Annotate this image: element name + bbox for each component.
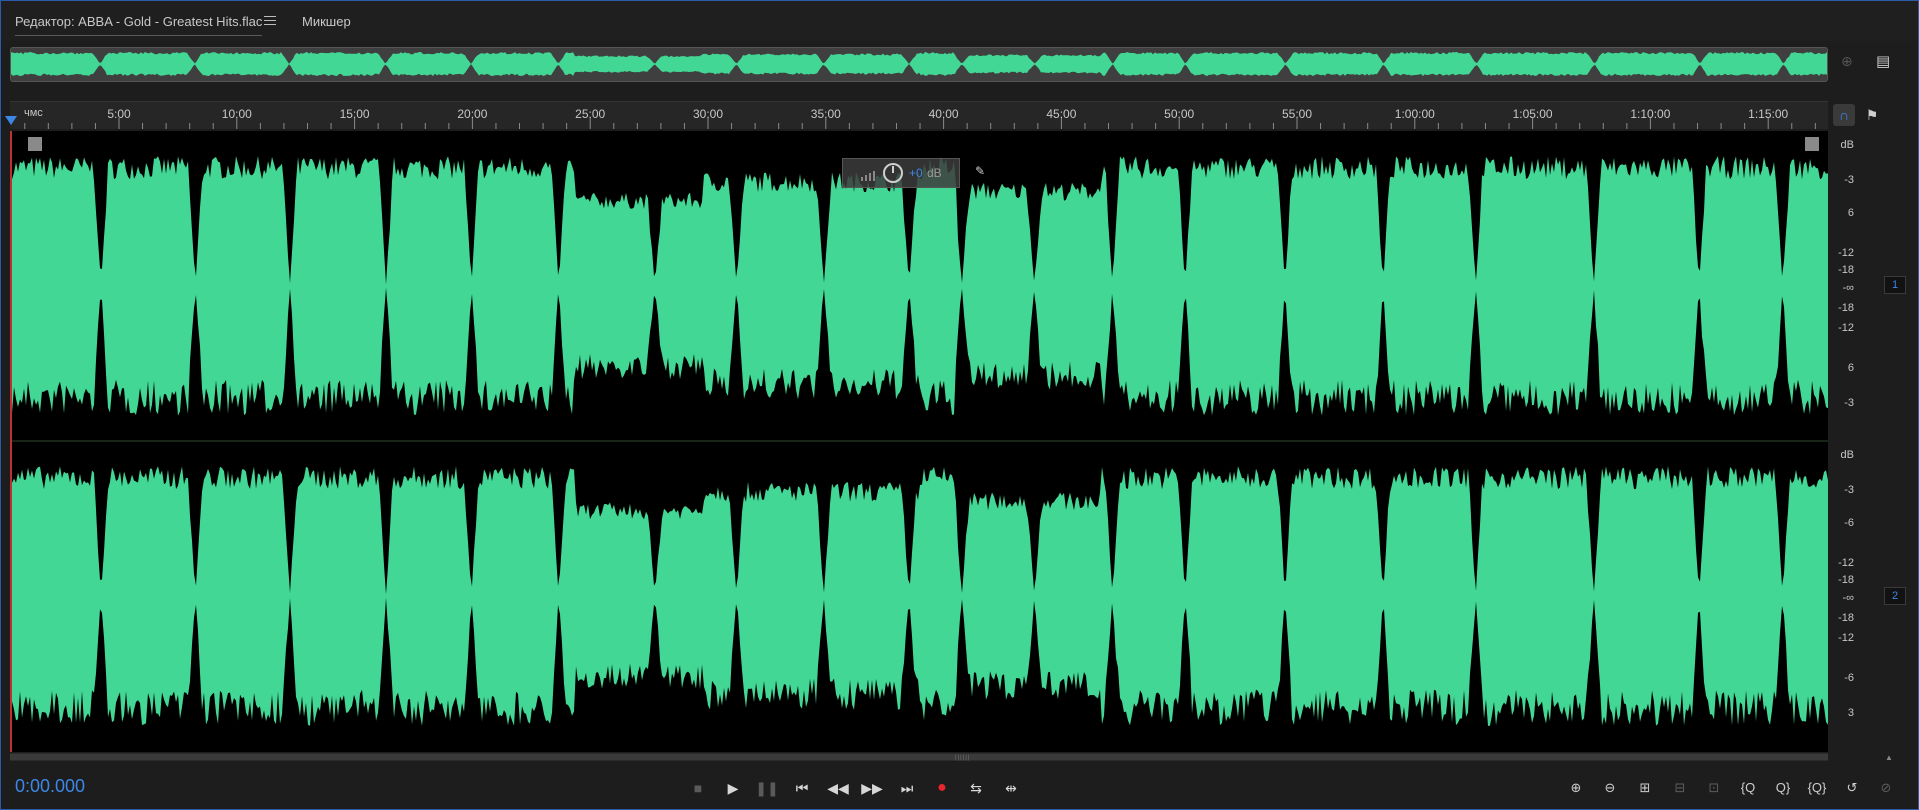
ruler-tick-label: 40:00	[928, 107, 959, 121]
db-scale-label: 3	[1847, 707, 1854, 719]
channel-2-waveform	[12, 466, 1828, 726]
db-scale-label: -6	[1844, 672, 1854, 684]
zoom-in-time-icon[interactable]: ⊞	[1632, 776, 1658, 800]
panel-tabs: Редактор: ABBA - Gold - Greatest Hits.fl…	[1, 1, 1918, 41]
db-scale-label: dB	[1840, 449, 1854, 461]
volume-unit: dB	[927, 166, 942, 180]
loop-icon[interactable]: ⇆	[964, 776, 988, 800]
headphone-icon[interactable]: ∩	[1833, 104, 1855, 126]
spectral-display-icon[interactable]: ▤	[1876, 52, 1890, 70]
ruler-tick-label: 25:00	[575, 107, 606, 121]
ruler-tick-label: 35:00	[810, 107, 841, 121]
db-scale-label: -18	[1838, 302, 1854, 314]
channel-1-badge[interactable]: 1	[1884, 276, 1906, 294]
db-scale-label: -18	[1838, 612, 1854, 624]
app-window: Редактор: ABBA - Gold - Greatest Hits.fl…	[0, 0, 1919, 810]
db-scale-label: 6	[1847, 362, 1854, 374]
zoom-out-full-icon[interactable]: ⊟	[1667, 776, 1693, 800]
pause-icon[interactable]: ❚❚	[755, 776, 779, 800]
db-scale-label: 6	[1847, 207, 1854, 219]
level-bars-icon	[861, 171, 875, 181]
db-scale-label: -∞	[1842, 592, 1854, 604]
db-scale-label: -18	[1838, 264, 1854, 276]
skip-to-end-icon[interactable]: ⏭	[895, 776, 919, 800]
rewind-icon[interactable]: ◀◀	[826, 776, 850, 800]
marker-icon[interactable]: ⚑	[1861, 104, 1883, 126]
ruler-tick-label: 20:00	[457, 107, 488, 121]
db-scale-label: -3	[1844, 484, 1854, 496]
volume-value: +0	[909, 166, 923, 180]
scrollbar-grip-icon[interactable]: ||||||	[955, 755, 970, 761]
overview-waveform	[11, 52, 1827, 76]
db-scale-label: dB	[1840, 139, 1854, 151]
ruler-tick-label: 10:00	[221, 107, 252, 121]
db-scale-label: -12	[1838, 632, 1854, 644]
db-scale-label: -12	[1838, 247, 1854, 259]
fade-out-handle[interactable]	[1805, 137, 1819, 151]
ruler-tick-label: 45:00	[1046, 107, 1077, 121]
zoom-out-both-icon[interactable]: {Q}	[1804, 776, 1830, 800]
zoom-in-right-icon[interactable]: Q}	[1770, 776, 1796, 800]
ruler-tick-label: 1:05:00	[1512, 107, 1553, 121]
tab-mixer[interactable]: Микшер	[302, 14, 351, 29]
waveform-overview[interactable]	[10, 47, 1828, 82]
skip-selection-icon[interactable]: ⇹	[999, 776, 1023, 800]
ruler-tick-label: 15:00	[339, 107, 370, 121]
play-icon[interactable]: ▶	[721, 776, 745, 800]
db-scale-label: -3	[1844, 174, 1854, 186]
skip-to-start-icon[interactable]: ⏮	[790, 776, 814, 800]
db-scale-label: -18	[1838, 574, 1854, 586]
fade-in-handle[interactable]	[28, 137, 42, 151]
pin-icon[interactable]: ✎	[975, 164, 985, 178]
db-scale-label: -6	[1844, 517, 1854, 529]
scrollbar-thumb[interactable]	[10, 754, 1828, 760]
channel-2-badge[interactable]: 2	[1884, 587, 1906, 605]
db-scale-label: -∞	[1842, 282, 1854, 294]
volume-hud: +0 dB	[842, 158, 960, 188]
volume-knob[interactable]	[883, 163, 903, 183]
scroll-up-arrow-icon[interactable]: ▲	[1885, 753, 1893, 762]
zoom-in-amplitude-icon[interactable]: ⊕	[1563, 776, 1589, 800]
zoom-out-amplitude-icon[interactable]: ⊖	[1597, 776, 1623, 800]
crosshair-icon[interactable]: ⊕	[1841, 53, 1853, 70]
current-time[interactable]: 0:00.000	[15, 776, 85, 797]
ruler-tick-label: 1:15:00	[1748, 107, 1789, 121]
timeline-ruler[interactable]: чмс 5:00 10:00 15:00 20:00 25:00 30:00 35:00 40…	[10, 101, 1828, 129]
ruler-tick-label: 5:00	[107, 107, 131, 121]
horizontal-scrollbar[interactable]: ||||||	[10, 753, 1828, 761]
transport-bar: 0:00.000 ■ ▶ ❚❚ ⏮ ◀◀ ▶▶ ⏭ ● ⇆ ⇹ ⊕ ⊖ ⊞ ⊟ …	[1, 766, 1918, 810]
channel-1-waveform	[12, 156, 1828, 416]
fast-forward-icon[interactable]: ▶▶	[860, 776, 884, 800]
ruler-units-label: чмс	[24, 107, 43, 119]
zoom-frequency-icon[interactable]: ⊘	[1873, 776, 1899, 800]
ruler-tick-label: 1:10:00	[1630, 107, 1671, 121]
zoom-in-left-icon[interactable]: {Q	[1735, 776, 1761, 800]
db-scale-label: -12	[1838, 557, 1854, 569]
stop-icon[interactable]: ■	[686, 776, 710, 800]
ruler-tick-label: 55:00	[1281, 107, 1313, 121]
playhead-marker[interactable]	[5, 116, 17, 125]
db-scale-label: -3	[1844, 397, 1854, 409]
ruler-tick-label: 50:00	[1164, 107, 1195, 121]
ruler-tick-label: 30:00	[692, 107, 724, 121]
record-icon[interactable]: ●	[930, 776, 954, 800]
zoom-reset-icon[interactable]: ↺	[1839, 776, 1865, 800]
zoom-selection-icon[interactable]: ⊡	[1701, 776, 1727, 800]
tab-menu-icon[interactable]	[264, 16, 276, 28]
db-scale-label: -12	[1838, 322, 1854, 334]
ruler-tick-label: 1:00:00	[1394, 107, 1435, 121]
tab-editor[interactable]: Редактор: ABBA - Gold - Greatest Hits.fl…	[15, 14, 263, 36]
waveform-editor[interactable]	[10, 131, 1828, 752]
db-scale: dB -3 6 -12 -18 -∞ -18 -12 6 -3 dB -3 -6 -12 -18 -∞ -18 -…	[1828, 129, 1880, 752]
